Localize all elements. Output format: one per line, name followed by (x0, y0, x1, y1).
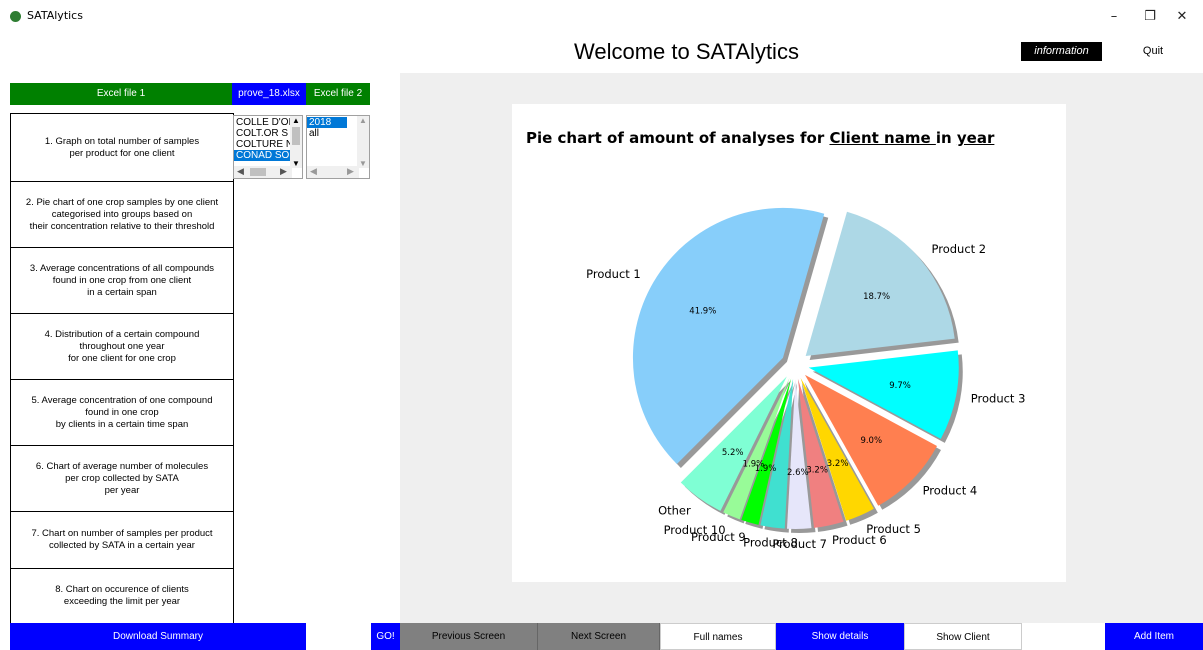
chart-title-mid: in (935, 129, 957, 147)
scroll-thumb[interactable] (292, 127, 300, 145)
scroll-left-icon[interactable]: ◀ (237, 166, 244, 177)
menu-item-4[interactable]: 4. Distribution of a certain compound th… (10, 313, 234, 380)
client-listbox[interactable]: COLLE D'OI COLT.OR S COLTURE N CONAD SO … (233, 115, 303, 179)
information-button[interactable]: information (1021, 42, 1102, 61)
title-bar: SATAlytics – ❐ ✕ (0, 0, 1203, 34)
chart-title-client: Client name (829, 129, 936, 147)
quit-button[interactable]: Quit (1103, 42, 1203, 61)
menu-item-6[interactable]: 6. Chart of average number of molecules … (10, 445, 234, 512)
menu-item-2[interactable]: 2. Pie chart of one crop samples by one … (10, 181, 234, 248)
chart-title-prefix: Pie chart of amount of analyses for (526, 129, 830, 147)
full-names-button[interactable]: Full names (660, 623, 776, 650)
selected-file-name[interactable]: prove_18.xlsx (232, 83, 306, 105)
chart-title: Pie chart of amount of analyses for Clie… (526, 129, 994, 147)
scroll-up-icon[interactable]: ▲ (357, 116, 369, 125)
year-listbox[interactable]: 2018 all ▲ ▼ ◀ ▶ (306, 115, 370, 179)
client-vertical-scrollbar[interactable]: ▲ ▼ (290, 116, 302, 168)
previous-screen-button[interactable]: Previous Screen (400, 623, 538, 650)
scroll-up-icon[interactable]: ▲ (290, 116, 302, 125)
add-item-button[interactable]: Add Item (1105, 623, 1203, 650)
next-screen-button[interactable]: Next Screen (538, 623, 660, 650)
menu-item-7[interactable]: 7. Chart on number of samples per produc… (10, 511, 234, 569)
show-details-button[interactable]: Show details (776, 623, 904, 650)
menu-item-5[interactable]: 5. Average concentration of one compound… (10, 379, 234, 446)
excel-file-2-button[interactable]: Excel file 2 (306, 83, 370, 105)
chart-canvas (512, 104, 1066, 582)
download-summary-button[interactable]: Download Summary (10, 623, 306, 650)
menu-item-8[interactable]: 8. Chart on occurence of clients exceedi… (10, 568, 234, 624)
year-horizontal-scrollbar[interactable]: ◀ ▶ (307, 166, 359, 178)
year-option-selected[interactable]: 2018 (307, 117, 347, 128)
window-title: SATAlytics (27, 9, 83, 22)
chart-title-year: year (956, 129, 995, 147)
excel-file-1-button[interactable]: Excel file 1 (10, 83, 232, 105)
year-vertical-scrollbar[interactable]: ▲ ▼ (357, 116, 369, 168)
scroll-right-icon[interactable]: ▶ (280, 166, 287, 177)
scroll-left-icon[interactable]: ◀ (310, 166, 317, 177)
app-logo-icon (10, 11, 21, 22)
scroll-thumb[interactable] (250, 168, 266, 176)
app-window: SATAlytics – ❐ ✕ Welcome to SATAlytics i… (0, 0, 1203, 650)
show-client-button[interactable]: Show Client (904, 623, 1022, 650)
page-title: Welcome to SATAlytics (574, 39, 799, 64)
minimize-button[interactable]: – (1100, 6, 1128, 28)
menu-item-3[interactable]: 3. Average concentrations of all compoun… (10, 247, 234, 314)
client-horizontal-scrollbar[interactable]: ◀ ▶ (234, 166, 292, 178)
close-button[interactable]: ✕ (1168, 6, 1196, 28)
menu-item-1[interactable]: 1. Graph on total number of samples per … (10, 113, 234, 182)
restore-button[interactable]: ❐ (1136, 6, 1164, 28)
scroll-right-icon[interactable]: ▶ (347, 166, 354, 177)
go-button[interactable]: GO! (371, 623, 400, 650)
